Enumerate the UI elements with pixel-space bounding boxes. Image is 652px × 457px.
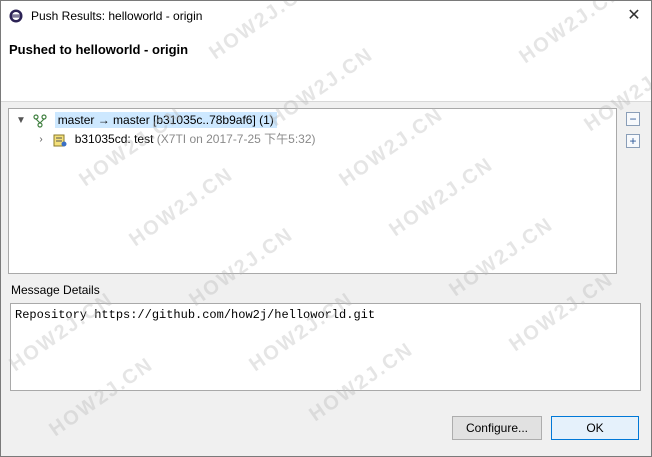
- commit-icon: [52, 133, 68, 147]
- commit-label: b31035cd: test: [74, 132, 154, 146]
- message-details-text[interactable]: Repository https://github.com/how2j/hell…: [10, 303, 641, 391]
- dialog-content: ▼ master → master [b31035c..78b9af6] (1)…: [1, 101, 651, 412]
- ref-update-label: master → master [b31035c..78b9af6] (1): [54, 112, 277, 128]
- ok-button[interactable]: OK: [551, 416, 639, 440]
- message-details-label: Message Details: [11, 283, 100, 297]
- chevron-down-icon[interactable]: ▼: [15, 112, 27, 130]
- tree-row-commit[interactable]: › b31035cd: test (X7TI on 2017-7-25 下午5:…: [35, 130, 316, 148]
- close-icon[interactable]: ✕: [623, 5, 645, 27]
- window-title: Push Results: helloworld - origin: [31, 9, 203, 23]
- push-results-dialog: Push Results: helloworld - origin ✕ Push…: [0, 0, 652, 457]
- eclipse-icon: [9, 9, 23, 23]
- push-results-tree[interactable]: ▼ master → master [b31035c..78b9af6] (1)…: [8, 108, 617, 274]
- collapse-all-button[interactable]: −: [626, 112, 640, 126]
- expand-all-button[interactable]: +: [626, 134, 640, 148]
- chevron-right-icon[interactable]: ›: [35, 131, 47, 149]
- commit-author: (X7TI on 2017-7-25 下午5:32): [156, 132, 316, 146]
- button-bar: Configure... OK: [1, 411, 651, 456]
- page-title: Pushed to helloworld - origin: [9, 42, 189, 57]
- tree-row-ref-update[interactable]: ▼ master → master [b31035c..78b9af6] (1): [15, 111, 277, 129]
- title-bar: Push Results: helloworld - origin ✕: [1, 1, 651, 31]
- branch-icon: [32, 114, 48, 128]
- dialog-header: Pushed to helloworld - origin: [1, 31, 651, 101]
- configure-button[interactable]: Configure...: [452, 416, 542, 440]
